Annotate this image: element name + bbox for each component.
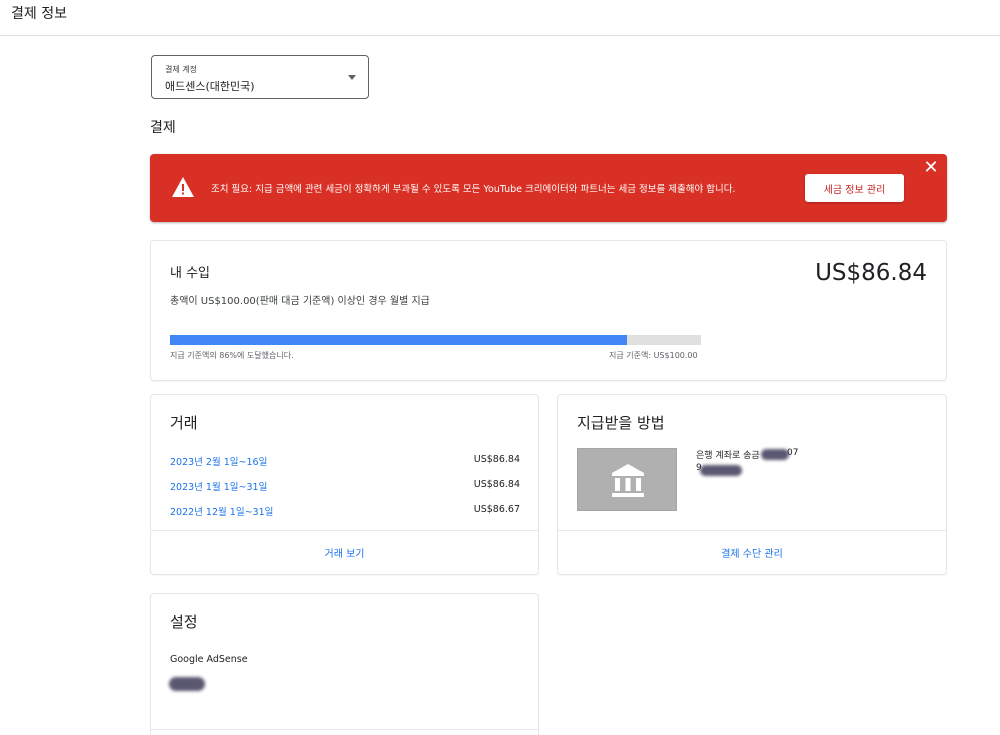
warning-icon xyxy=(172,177,194,197)
card-divider xyxy=(558,530,946,531)
transactions-title: 거래 xyxy=(170,414,198,432)
transaction-row: 2023년 2월 1일~16일 US$86.84 xyxy=(170,454,520,468)
earnings-amount: US$86.84 xyxy=(815,260,927,286)
payment-method-title: 지급받을 방법 xyxy=(577,414,665,432)
bank-tile xyxy=(577,448,677,511)
manage-payment-methods-link[interactable]: 결제 수단 관리 xyxy=(558,545,946,560)
earnings-title: 내 수입 xyxy=(170,266,211,281)
bank-icon xyxy=(612,464,644,497)
tax-info-alert: 조치 필요: 지급 금액에 관련 세금이 정확하게 부과될 수 있도록 모든 Y… xyxy=(150,154,947,222)
account-number-tail: 07 xyxy=(787,448,799,458)
card-divider xyxy=(151,729,538,730)
transaction-row: 2022년 12월 1일~31일 US$86.67 xyxy=(170,504,520,518)
redacted-account-number xyxy=(761,449,789,460)
payments-heading: 결제 xyxy=(150,120,176,136)
settings-card: 설정 Google AdSense xyxy=(150,593,539,735)
bank-transfer-label: 은행 계좌로 송금 • xyxy=(696,451,768,461)
top-bar: 결제 정보 xyxy=(0,0,1000,36)
threshold-progress-fill xyxy=(170,335,627,345)
transaction-amount: US$86.84 xyxy=(473,479,520,490)
billing-account-value: 애드센스(대한민국) xyxy=(165,80,255,93)
settings-title: 설정 xyxy=(170,613,198,631)
redacted-account-name xyxy=(700,465,742,476)
earnings-card: 내 수입 US$86.84 총액이 US$100.00(판매 대금 기준액) 이… xyxy=(150,240,947,381)
transaction-period-link[interactable]: 2022년 12월 1일~31일 xyxy=(170,504,273,518)
billing-account-label: 결제 계정 xyxy=(165,65,197,74)
transaction-amount: US$86.84 xyxy=(473,454,520,465)
progress-reached-text: 지급 기준액의 86%에 도달했습니다. xyxy=(170,351,294,360)
billing-account-select[interactable]: 결제 계정 애드센스(대한민국) xyxy=(151,55,369,99)
card-divider xyxy=(151,530,538,531)
transaction-period-link[interactable]: 2023년 2월 1일~16일 xyxy=(170,454,267,468)
view-transactions-link[interactable]: 거래 보기 xyxy=(151,545,538,560)
transactions-card: 거래 2023년 2월 1일~16일 US$86.84 2023년 1월 1일~… xyxy=(150,394,539,575)
dropdown-caret-icon[interactable] xyxy=(348,75,356,80)
transaction-period-link[interactable]: 2023년 1월 1일~31일 xyxy=(170,479,267,493)
transaction-row: 2023년 1월 1일~31일 US$86.84 xyxy=(170,479,520,493)
alert-message: 조치 필요: 지급 금액에 관련 세금이 정확하게 부과될 수 있도록 모든 Y… xyxy=(211,184,736,195)
threshold-text: 지급 기준액: US$100.00 xyxy=(609,351,698,360)
transaction-amount: US$86.67 xyxy=(473,504,520,515)
manage-tax-info-button[interactable]: 세금 정보 관리 xyxy=(805,174,904,202)
threshold-progress-bar xyxy=(170,335,701,345)
earnings-description: 총액이 US$100.00(판매 대금 기준액) 이상인 경우 월별 지급 xyxy=(170,296,430,307)
redacted-publisher-id xyxy=(169,677,205,691)
payment-method-card: 지급받을 방법 은행 계좌로 송금 • 07 9 결제 수단 관리 xyxy=(557,394,947,575)
close-icon[interactable]: ✕ xyxy=(922,159,940,177)
page-title: 결제 정보 xyxy=(11,6,67,22)
settings-product: Google AdSense xyxy=(170,654,248,665)
